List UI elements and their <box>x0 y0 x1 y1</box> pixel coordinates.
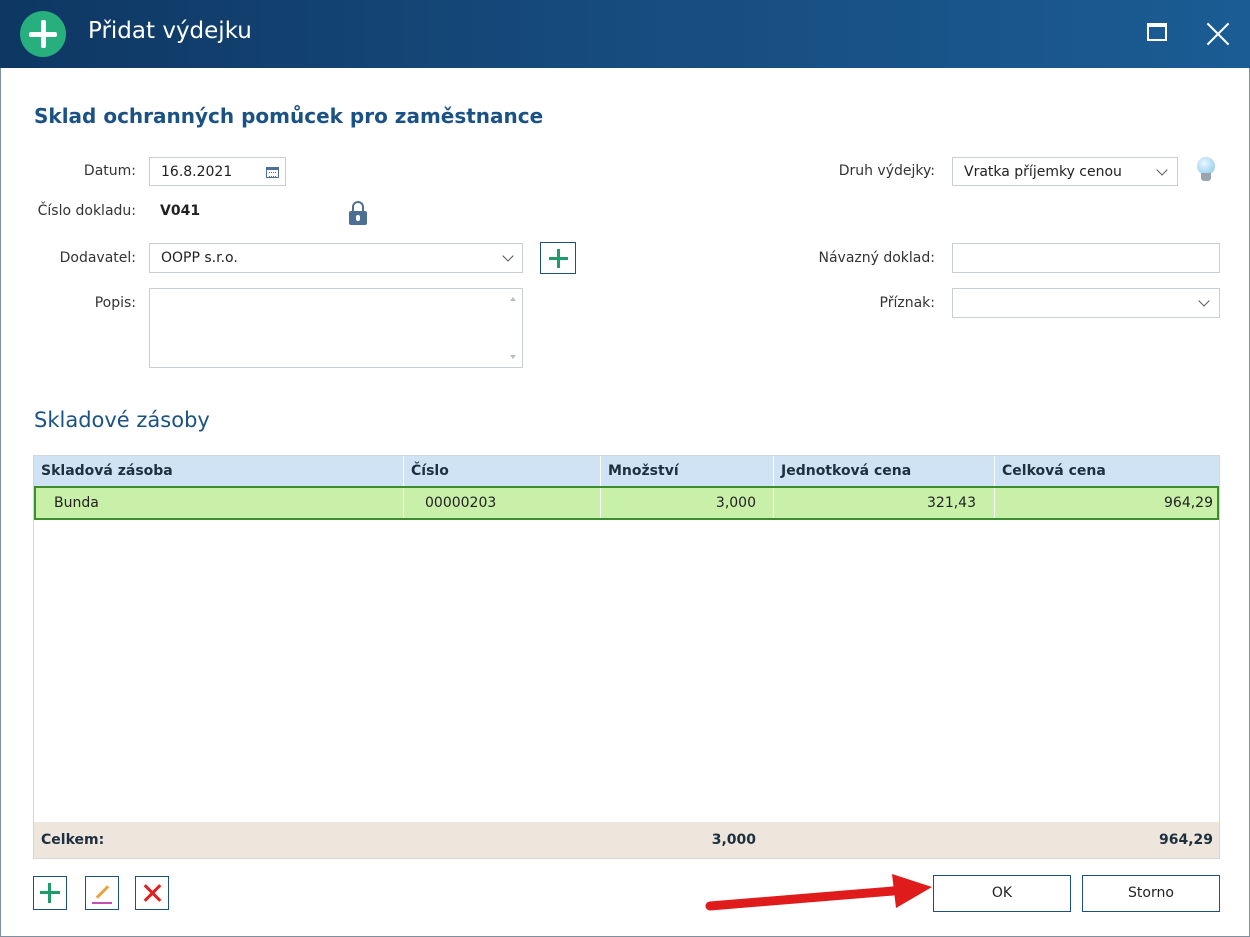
date-value: 16.8.2021 <box>161 164 233 180</box>
chevron-down-icon <box>1198 295 1210 307</box>
supplier-value: OOPP s.r.o. <box>161 250 238 266</box>
doc-number-label: Číslo dokladu: <box>37 203 136 219</box>
column-header-quantity[interactable]: Množství <box>601 456 774 486</box>
chevron-down-icon <box>1156 164 1168 176</box>
description-label: Popis: <box>94 295 136 311</box>
flag-select[interactable] <box>952 288 1220 318</box>
footer-total: 964,29 <box>1158 832 1213 848</box>
related-doc-label: Návazný doklad: <box>818 250 935 266</box>
close-button[interactable] <box>1202 18 1234 50</box>
column-header-total-price[interactable]: Celková cena <box>995 456 1219 486</box>
cell-unit-price: 321,43 <box>774 488 995 518</box>
supplier-select[interactable]: OOPP s.r.o. <box>149 243 523 273</box>
pencil-underline <box>92 902 112 904</box>
supplier-label: Dodavatel: <box>59 250 136 266</box>
table-row[interactable]: Bunda 00000203 3,000 321,43 964,29 <box>34 486 1219 520</box>
flag-label: Příznak: <box>879 295 935 311</box>
related-doc-input[interactable] <box>952 243 1220 273</box>
stock-grid: Skladová zásoba Číslo Množství Jednotkov… <box>33 455 1220 859</box>
column-header-unit-price[interactable]: Jednotková cena <box>774 456 995 486</box>
cancel-button[interactable]: Storno <box>1082 875 1220 912</box>
add-row-button[interactable] <box>33 876 67 910</box>
cell-total-price: 964,29 <box>1164 495 1213 511</box>
scroll-up-icon[interactable] <box>510 297 516 301</box>
doc-number-value: V041 <box>160 203 201 219</box>
form-heading: Sklad ochranných pomůcek pro zaměstnance <box>34 104 544 128</box>
maximize-button[interactable] <box>1144 18 1176 50</box>
chevron-down-icon <box>502 250 514 262</box>
footer-quantity: 3,000 <box>711 832 756 848</box>
cell-number: 00000203 <box>404 488 601 518</box>
issue-type-value: Vratka příjemky cenou <box>964 164 1122 180</box>
title-bar: Přidat výdejku <box>0 0 1250 68</box>
pencil-icon <box>95 885 110 899</box>
cell-item: Bunda <box>36 488 404 518</box>
footer-label: Celkem: <box>41 832 105 848</box>
column-header-number[interactable]: Číslo <box>404 456 601 486</box>
issue-type-select[interactable]: Vratka příjemky cenou <box>952 157 1178 186</box>
date-input[interactable]: 16.8.2021 <box>149 157 286 186</box>
calendar-icon[interactable] <box>266 167 279 178</box>
date-label: Datum: <box>83 163 136 179</box>
delete-row-button[interactable] <box>135 876 169 910</box>
lock-icon[interactable] <box>348 200 368 226</box>
lightbulb-icon[interactable] <box>1195 157 1217 185</box>
scroll-down-icon[interactable] <box>510 355 516 359</box>
ok-button[interactable]: OK <box>933 875 1071 912</box>
grid-header: Skladová zásoba Číslo Množství Jednotkov… <box>34 456 1219 486</box>
add-supplier-button[interactable] <box>540 242 576 274</box>
issue-type-label: Druh výdejky: <box>838 163 935 179</box>
cell-quantity: 3,000 <box>601 488 774 518</box>
edit-row-button[interactable] <box>85 876 119 910</box>
grid-footer: Celkem: 3,000 964,29 <box>34 822 1219 858</box>
description-textarea[interactable] <box>149 288 523 368</box>
column-header-item[interactable]: Skladová zásoba <box>34 456 404 486</box>
window-title: Přidat výdejku <box>88 18 252 44</box>
red-arrow-icon <box>705 874 932 911</box>
maximize-icon <box>1147 23 1167 41</box>
section-title: Skladové zásoby <box>34 408 210 432</box>
add-circle-icon <box>20 11 66 57</box>
